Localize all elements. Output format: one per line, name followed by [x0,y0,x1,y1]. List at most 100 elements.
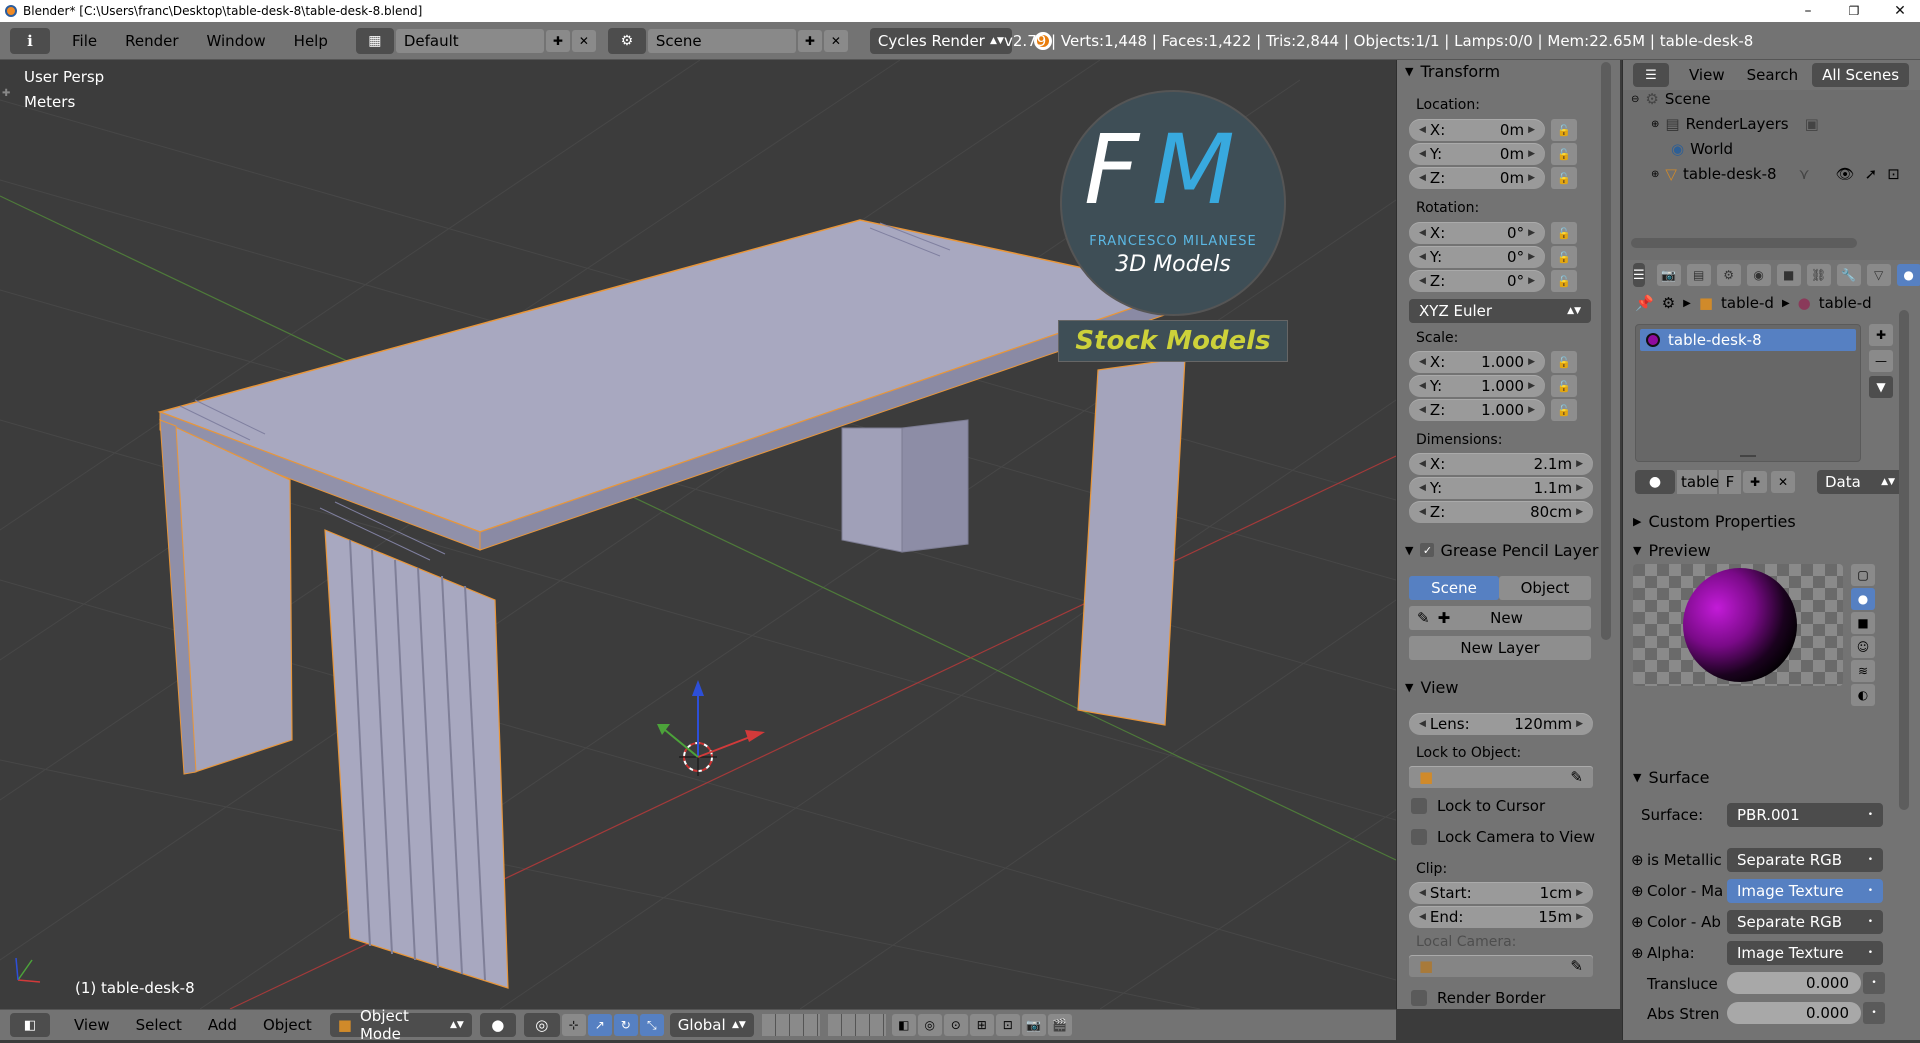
eyedropper-icon[interactable]: ✎ [1570,768,1583,786]
material-name-field[interactable]: table- [1677,470,1724,494]
tree-item-scene[interactable]: ⊖ ⚙ Scene [1631,90,1711,108]
rotation-y-field[interactable]: ◀ Y: 0° ▶ [1409,246,1545,268]
data-tab-icon[interactable]: ▽ [1866,264,1891,286]
constraints-tab-icon[interactable]: ⛓ [1806,264,1831,286]
lock-rotation-z-icon[interactable]: 🔓 [1551,270,1577,292]
menu-view[interactable]: View [74,1016,110,1034]
input-link-icon[interactable]: ⊕ [1631,882,1644,900]
lock-location-z-icon[interactable]: 🔓 [1551,167,1577,189]
dimension-x-field[interactable]: ◀ X: 2.1m ▶ [1409,453,1593,475]
outliner-hscrollbar[interactable] [1631,238,1857,248]
lock-scale-x-icon[interactable]: 🔓 [1551,351,1577,373]
properties-scrollbar[interactable] [1899,310,1909,810]
material-slot-item[interactable]: table-desk-8 [1640,329,1856,351]
dimension-z-field[interactable]: ◀ Z: 80cm ▶ [1409,501,1593,523]
outliner-search-menu[interactable]: Search [1747,66,1799,84]
scale-z-field[interactable]: ◀ Z: 1.000 ▶ [1409,399,1545,421]
preview-monkey-icon[interactable]: ☺ [1851,636,1875,658]
render-layer-lock-icon[interactable]: ◧ [891,1014,916,1036]
remove-layout-icon[interactable]: ✕ [571,29,596,52]
lens-field[interactable]: ◀ Lens: 120mm ▶ [1409,713,1593,735]
modifiers-tab-icon[interactable]: 🔧 [1836,264,1861,286]
surface-panel-header[interactable]: ▼ Surface [1633,766,1709,788]
preview-hair-icon[interactable]: ≋ [1851,660,1875,682]
local-camera-field[interactable]: ■ ✎ [1409,955,1593,977]
pin-icon[interactable]: 📌 [1635,294,1654,312]
socket-link-icon[interactable]: • [1863,1002,1885,1024]
unlink-material-icon[interactable]: ✕ [1771,471,1795,493]
menu-add[interactable]: Add [208,1016,237,1034]
clip-start-field[interactable]: ◀ Start: 1cm ▶ [1409,882,1593,904]
expand-icon[interactable]: ⊕ [1651,169,1659,180]
tree-item-world[interactable]: ◉ World [1671,140,1733,158]
remove-scene-icon[interactable]: ✕ [823,29,848,52]
browse-material-icon[interactable]: ● [1635,470,1675,494]
transform-orientation-select[interactable]: Global ▲▼ [669,1013,754,1037]
screen-layout-icon[interactable]: ▦ [355,27,394,54]
3d-viewport[interactable]: F M FRANCESCO MILANESE 3D Models Stock M… [0,60,1396,1009]
renderlayers-tab-icon[interactable]: ▤ [1686,264,1711,286]
pivot-point-icon[interactable]: ◎ [523,1013,560,1037]
snap-target-icon[interactable]: ⊡ [995,1014,1020,1036]
close-button[interactable]: ✕ [1877,0,1920,22]
socket-link-icon[interactable]: • [1863,972,1885,994]
properties-editor-icon[interactable]: ☰ [1633,263,1645,287]
minimize-button[interactable]: – [1785,0,1831,22]
expand-icon[interactable]: ⊖ [1631,94,1639,105]
scale-manipulator-icon[interactable]: ⤡ [639,1014,664,1036]
input-link-icon[interactable]: ⊕ [1631,913,1644,931]
add-scene-icon[interactable]: ✚ [797,29,822,52]
slot-specials-icon[interactable]: ▼ [1869,376,1893,398]
preview-cube-icon[interactable]: ■ [1851,612,1875,634]
lock-scale-z-icon[interactable]: 🔓 [1551,399,1577,421]
world-tab-icon[interactable]: ◉ [1746,264,1771,286]
lock-rotation-y-icon[interactable]: 🔓 [1551,246,1577,268]
input-link-icon[interactable]: ⊕ [1631,851,1644,869]
preview-world-icon[interactable]: ◐ [1851,684,1875,706]
fake-user-button[interactable]: F [1719,470,1741,494]
toolshelf-toggle-icon[interactable]: ✚ [2,88,10,99]
lock-location-y-icon[interactable]: 🔓 [1551,143,1577,165]
render-engine-select[interactable]: Cycles Render ▲▼ [869,27,1012,54]
scene-icon[interactable]: ⚙ [607,27,646,54]
location-z-field[interactable]: ◀ Z: 0m ▶ [1409,167,1545,189]
lock-object-field[interactable]: ■ ✎ [1409,766,1593,788]
location-y-field[interactable]: ◀ Y: 0m ▶ [1409,143,1545,165]
resize-handle-icon[interactable] [1740,455,1756,457]
gp-new-button[interactable]: ✎ ✚ New [1409,606,1591,630]
tab-gp-scene[interactable]: Scene [1409,576,1499,600]
dimension-y-field[interactable]: ◀ Y: 1.1m ▶ [1409,477,1593,499]
maximize-button[interactable]: ❐ [1831,0,1877,22]
input-metallic-select[interactable]: Separate RGB • [1727,848,1883,872]
rotation-x-field[interactable]: ◀ X: 0° ▶ [1409,222,1545,244]
render-border-checkbox[interactable] [1411,990,1427,1006]
snap-toggle-icon[interactable]: ⊙ [943,1014,968,1036]
link-mode-select[interactable]: Data ▲▼ [1817,470,1903,494]
viewport-shading-icon[interactable]: ● [479,1013,516,1037]
rotate-manipulator-icon[interactable]: ↻ [613,1014,638,1036]
menu-select[interactable]: Select [136,1016,182,1034]
translate-manipulator-icon[interactable]: ↗ [587,1014,612,1036]
info-editor-icon[interactable]: ℹ [10,27,50,54]
tab-gp-object[interactable]: Object [1499,576,1591,600]
viewport-editor-icon[interactable]: ◧ [10,1013,50,1037]
opengl-anim-icon[interactable]: 🎬 [1047,1014,1072,1036]
transform-panel-header[interactable]: ▼ Transform [1405,60,1500,82]
surface-shader-select[interactable]: PBR.001 • [1727,803,1883,827]
layer-buttons-2[interactable] [827,1014,886,1036]
clip-end-field[interactable]: ◀ End: 15m ▶ [1409,906,1593,928]
material-tab-icon[interactable]: ● [1896,264,1920,286]
lock-rotation-x-icon[interactable]: 🔓 [1551,222,1577,244]
menu-render[interactable]: Render [111,32,192,50]
proportional-edit-icon[interactable]: ◎ [917,1014,942,1036]
menu-object[interactable]: Object [263,1016,312,1034]
preview-sphere-icon[interactable]: ● [1851,588,1875,610]
view-panel-header[interactable]: ▼ View [1405,676,1458,698]
add-layout-icon[interactable]: ✚ [545,29,570,52]
material-slot-list[interactable]: table-desk-8 [1635,324,1861,462]
scene-tab-icon[interactable]: ⚙ [1716,264,1741,286]
snap-element-icon[interactable]: ⊞ [969,1014,994,1036]
region-scrollbar[interactable] [1601,62,1611,640]
input-color-ma-select[interactable]: Image Texture • [1727,879,1883,903]
outliner-view-menu[interactable]: View [1689,66,1725,84]
